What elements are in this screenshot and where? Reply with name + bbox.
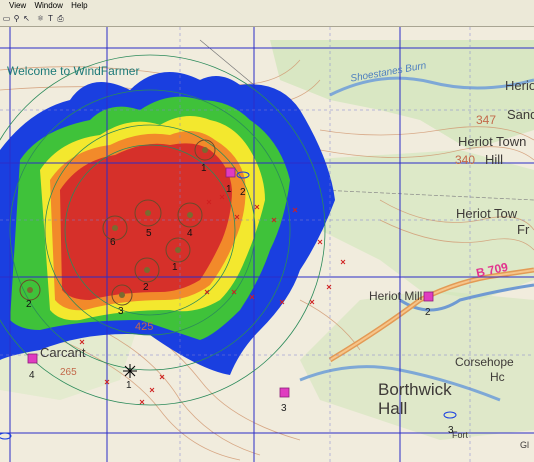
zoom-icon[interactable]: ⚲ [12, 14, 21, 23]
map-canvas[interactable] [0, 27, 534, 462]
place-sand: Sand [507, 107, 534, 122]
height-340: 340 [455, 153, 476, 167]
place-fr: Fr [517, 222, 530, 237]
turbine-label: 2 [26, 299, 32, 310]
place-hc: Hc [490, 370, 505, 384]
turbine-label: 3 [118, 306, 124, 317]
map-view[interactable]: Welcome to WindFarmer Heriot Sand Heriot… [0, 27, 534, 462]
place-hall: Hall [378, 399, 408, 418]
turbine-label: 1 [226, 184, 232, 195]
house-label: 2 [425, 307, 431, 318]
place-heriot-town-2: Heriot Tow [456, 206, 518, 221]
house-label: 1 [126, 380, 132, 391]
place-carcant: Carcant [40, 345, 86, 360]
welcome-text: Welcome to WindFarmer [7, 64, 140, 78]
turbine-label: 4 [187, 228, 193, 239]
place-fort: Fort [452, 430, 469, 440]
print-icon[interactable]: ⎙ [56, 14, 65, 23]
place-heriot-town-1: Heriot Town [458, 134, 527, 149]
place-hill: Hill [485, 152, 504, 167]
turbine-label: 5 [146, 228, 152, 239]
select-icon[interactable]: ▭ [2, 14, 11, 23]
turbine-label: 2 [240, 187, 246, 198]
place-gl: Gl [520, 440, 529, 450]
place-heriot-mill: Heriot Mill [369, 289, 423, 303]
turbine-label: 6 [110, 237, 116, 248]
house-label: 3 [281, 403, 287, 414]
place-corsehope: Corsehope [455, 355, 514, 369]
height-347: 347 [476, 113, 497, 127]
turbine-label: 1 [201, 163, 207, 174]
height-265: 265 [60, 367, 77, 378]
height-425: 425 [135, 321, 154, 333]
house-label: 3 [448, 425, 454, 436]
turbine-label: 2 [143, 282, 149, 293]
place-borthwick: Borthwick [378, 380, 452, 399]
house-label: 4 [29, 370, 35, 381]
menu-help[interactable]: Help [68, 0, 90, 12]
toolbar: ▭ ⚲ ↖ ⚛ T ⎙ [0, 12, 534, 27]
pointer-icon[interactable]: ↖ [22, 14, 31, 23]
menu-view[interactable]: View [6, 0, 29, 12]
turbine-label: 1 [172, 262, 178, 273]
menu-window[interactable]: Window [31, 0, 65, 12]
text-icon[interactable]: T [46, 14, 55, 23]
tree-icon[interactable]: ⚛ [36, 14, 45, 23]
place-heriot-top: Heriot [505, 78, 534, 93]
